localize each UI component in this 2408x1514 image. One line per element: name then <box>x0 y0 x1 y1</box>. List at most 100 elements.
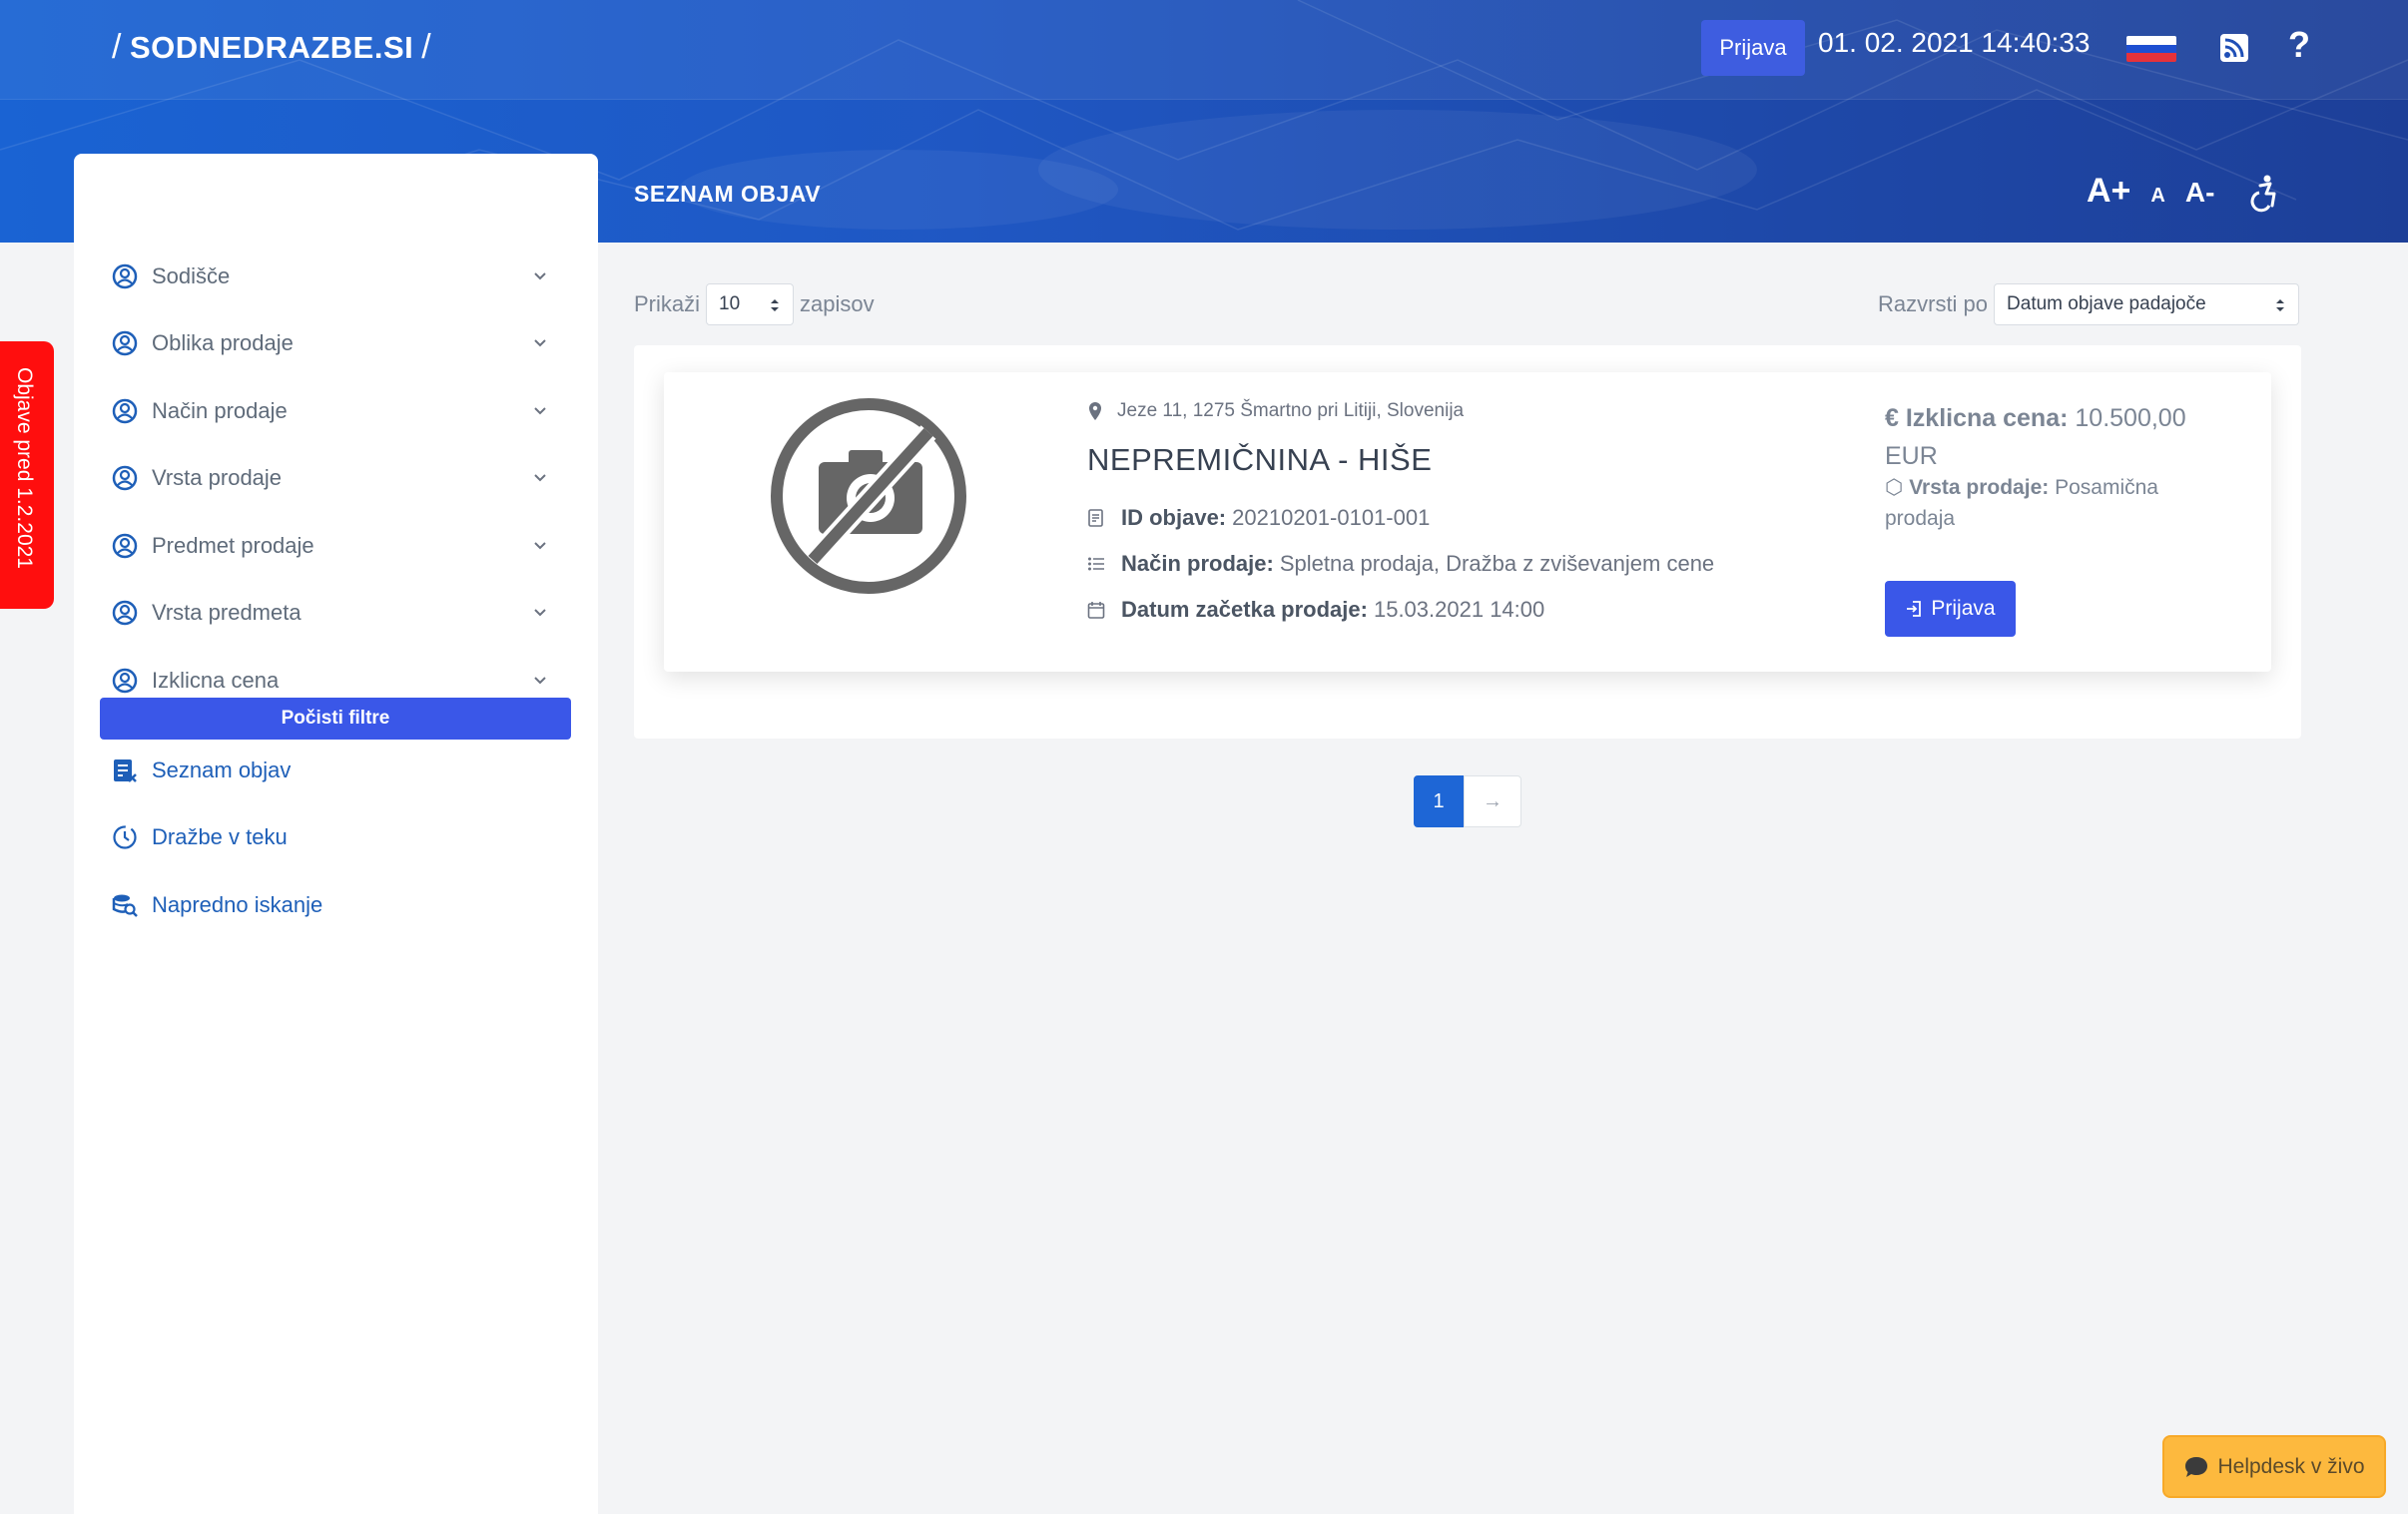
list-icon <box>1088 557 1104 571</box>
user-circle-icon <box>112 533 138 559</box>
filter-label: Način prodaje <box>152 398 288 423</box>
filter-starting-price[interactable]: Izklicna cena <box>112 661 551 701</box>
filter-subject-type[interactable]: Vrsta predmeta <box>112 593 551 633</box>
logo-text: SODNEDRAZBE.SI <box>129 29 414 65</box>
nav-link-advanced-search[interactable]: Napredno iskanje <box>112 885 322 925</box>
page-title: SEZNAM OBJAV <box>634 181 822 207</box>
help-icon[interactable]: ? <box>2288 24 2310 66</box>
font-reset-button[interactable]: A <box>2150 185 2164 208</box>
nav-link-label: Dražbe v teku <box>152 824 288 849</box>
user-circle-icon <box>112 263 138 289</box>
price-label: Izklicna cena: <box>1905 404 2069 432</box>
nav-link-active-auctions[interactable]: Dražbe v teku <box>112 817 288 857</box>
page-size-select[interactable]: 10 <box>706 283 795 325</box>
font-decrease-button[interactable]: A- <box>2185 177 2215 209</box>
listing-title[interactable]: NEPREMIČNINA - HIŠE <box>1087 442 1432 478</box>
rss-icon[interactable] <box>2220 34 2248 62</box>
helpdesk-button[interactable]: Helpdesk v živo <box>2162 1435 2386 1498</box>
filter-subject[interactable]: Predmet prodaje <box>112 526 551 566</box>
font-increase-button[interactable]: A+ <box>2087 172 2130 211</box>
euro-icon: € <box>1885 404 1899 432</box>
login-button[interactable]: Prijava <box>1701 20 1805 76</box>
no-photo-icon <box>771 398 966 594</box>
next-page-button[interactable]: → <box>1464 775 1521 827</box>
page-size-prefix: Prikaži <box>634 291 701 316</box>
filter-label: Predmet prodaje <box>152 533 314 558</box>
font-size-controls: A+ A A- <box>2087 172 2214 211</box>
filter-label: Izklicna cena <box>152 668 280 693</box>
filter-label: Sodišče <box>152 263 231 288</box>
filter-court[interactable]: Sodišče <box>112 256 551 296</box>
site-logo[interactable]: / SODNEDRAZBE.SI / <box>112 28 431 67</box>
login-label: Prijava <box>1931 597 1996 620</box>
logo-slash: / <box>112 28 122 66</box>
id-value: 20210201-0101-001 <box>1232 505 1431 530</box>
chevron-down-icon <box>534 339 546 347</box>
filter-sale-form[interactable]: Oblika prodaje <box>112 323 551 363</box>
sign-in-icon <box>1907 601 1922 617</box>
nav-link-label: Napredno iskanje <box>152 892 323 917</box>
kind-label: Vrsta prodaje: <box>1909 476 2050 499</box>
slovenian-flag-icon[interactable] <box>2126 36 2176 62</box>
filter-label: Vrsta prodaje <box>152 465 283 490</box>
db-search-icon <box>112 894 138 917</box>
chevron-down-icon <box>534 272 546 280</box>
sort-label: Razvrsti po <box>1878 291 1989 316</box>
nav-link-listings[interactable]: Seznam objav <box>112 751 291 790</box>
page-size-value: 10 <box>719 293 741 314</box>
user-circle-icon <box>112 668 138 694</box>
start-label: Datum začetka prodaje: <box>1121 597 1368 622</box>
chevron-down-icon <box>534 609 546 617</box>
document-icon <box>1088 509 1103 527</box>
page-size-control: Prikaži 10 zapisov <box>634 283 875 325</box>
page-size-suffix: zapisov <box>800 291 875 316</box>
chevron-down-icon <box>534 407 546 415</box>
user-circle-icon <box>112 398 138 424</box>
helpdesk-label: Helpdesk v živo <box>2217 1454 2365 1478</box>
accessibility-icon[interactable] <box>2250 175 2280 213</box>
page-1-button[interactable]: 1 <box>1414 775 1464 827</box>
listing-address: Jeze 11, 1275 Šmartno pri Litiji, Sloven… <box>1087 400 1464 422</box>
clock-icon <box>113 825 137 849</box>
user-circle-icon <box>112 600 138 626</box>
chevron-down-icon <box>534 542 546 550</box>
listing-id: ID objave: 20210201-0101-001 <box>1087 505 1430 531</box>
sort-select[interactable]: Datum objave padajoče <box>1994 283 2300 325</box>
user-circle-icon <box>112 330 138 356</box>
map-pin-icon <box>1089 402 1101 420</box>
sort-control: Razvrsti po Datum objave padajoče <box>1878 283 2300 325</box>
select-arrows-icon <box>2276 299 2285 311</box>
filter-sale-type[interactable]: Vrsta prodaje <box>112 458 551 498</box>
box-icon: ⬡ <box>1885 476 1904 499</box>
chevron-down-icon <box>534 474 546 482</box>
server-clock: 01. 02. 2021 14:40:33 <box>1818 27 2091 58</box>
chat-bubble-icon <box>2185 1456 2208 1477</box>
pagination: 1 → <box>1414 775 1521 827</box>
filter-sidebar: Sodišče Oblika prodaje Način prodaje Vrs… <box>74 154 598 1514</box>
select-arrows-icon <box>771 299 780 311</box>
listing-login-button[interactable]: Prijava <box>1885 581 2016 637</box>
filter-sale-method[interactable]: Način prodaje <box>112 391 551 431</box>
method-label: Način prodaje: <box>1121 551 1274 576</box>
listing-start-date: Datum začetka prodaje: 15.03.2021 14:00 <box>1087 597 1544 623</box>
archive-tab[interactable]: Objave pred 1.2.2021 <box>0 341 54 609</box>
method-value: Spletna prodaja, Dražba z zviševanjem ce… <box>1279 551 1715 576</box>
listing-method: Način prodaje: Spletna prodaja, Dražba z… <box>1087 551 1714 577</box>
nav-link-label: Seznam objav <box>152 757 292 782</box>
clear-filters-button[interactable]: Počisti filtre <box>100 698 571 740</box>
starting-price: € Izklicna cena: 10.500,00 EUR <box>1885 399 2224 475</box>
listing-card[interactable]: Jeze 11, 1275 Šmartno pri Litiji, Sloven… <box>664 372 2271 672</box>
logo-slash: / <box>421 28 432 66</box>
chevron-down-icon <box>534 677 546 685</box>
start-value: 15.03.2021 14:00 <box>1373 597 1545 622</box>
list-x-icon <box>114 759 137 782</box>
sale-kind: ⬡ Vrsta prodaje: Posamična prodaja <box>1885 472 2204 534</box>
filter-label: Oblika prodaje <box>152 330 294 355</box>
address-text: Jeze 11, 1275 Šmartno pri Litiji, Sloven… <box>1117 400 1465 421</box>
calendar-icon <box>1087 602 1105 619</box>
filter-label: Vrsta predmeta <box>152 600 301 625</box>
user-circle-icon <box>112 465 138 491</box>
id-label: ID objave: <box>1121 505 1227 530</box>
archive-tab-label: Objave pred 1.2.2021 <box>13 367 36 569</box>
sort-value: Datum objave padajoče <box>2007 293 2206 314</box>
